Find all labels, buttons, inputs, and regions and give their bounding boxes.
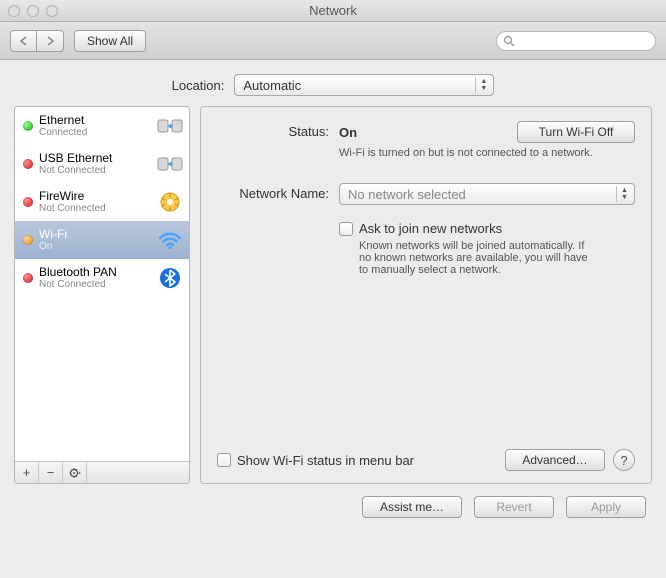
status-value: On [339,125,357,140]
service-bluetooth-pan[interactable]: Bluetooth PAN Not Connected [15,259,189,297]
show-status-label: Show Wi-Fi status in menu bar [237,453,414,468]
service-ethernet[interactable]: Ethernet Connected [15,107,189,145]
popup-arrows-icon: ▲▼ [616,186,632,202]
service-name: Wi-Fi [39,228,151,241]
forward-button[interactable] [37,31,63,51]
firewire-icon [157,189,183,215]
service-usb-ethernet[interactable]: USB Ethernet Not Connected [15,145,189,183]
toggle-wifi-button[interactable]: Turn Wi-Fi Off [517,121,635,143]
status-dot-icon [23,159,33,169]
service-sub: Connected [39,127,151,138]
bottom-buttons: Assist me… Revert Apply [0,496,666,532]
gear-icon [68,466,82,480]
show-status-checkbox[interactable]: Show Wi-Fi status in menu bar [217,453,414,468]
checkbox-icon [339,222,353,236]
status-dot-icon [23,121,33,131]
location-popup[interactable]: Automatic ▲▼ [234,74,494,96]
ask-join-label: Ask to join new networks [359,221,502,236]
search-icon [503,35,515,47]
status-sub: Wi-Fi is turned on but is not connected … [339,147,599,159]
toolbar: Show All [0,22,666,60]
help-button[interactable]: ? [613,449,635,471]
popup-arrows-icon: ▲▼ [475,77,491,93]
location-row: Location: Automatic ▲▼ [0,60,666,106]
detail-pane: Status: On Turn Wi-Fi Off Wi-Fi is turne… [200,106,652,484]
apply-button[interactable]: Apply [566,496,646,518]
titlebar: Network [0,0,666,22]
window-title: Network [0,3,666,18]
main: Ethernet Connected USB Ethernet Not Conn… [0,106,666,496]
service-list: Ethernet Connected USB Ethernet Not Conn… [15,107,189,461]
nav-back-forward [10,30,64,52]
ethernet-icon [157,151,183,177]
remove-service-button[interactable]: − [39,462,63,483]
ethernet-icon [157,113,183,139]
status-dot-icon [23,235,33,245]
service-name: FireWire [39,190,151,203]
search-input[interactable] [496,31,656,51]
show-all-button[interactable]: Show All [74,30,146,52]
service-sidebar: Ethernet Connected USB Ethernet Not Conn… [14,106,190,484]
network-name-popup[interactable]: No network selected ▲▼ [339,183,635,205]
status-label: Status: [217,121,339,139]
location-value: Automatic [243,78,301,93]
service-name: USB Ethernet [39,152,151,165]
ask-join-checkbox[interactable]: Ask to join new networks [339,221,635,236]
revert-button[interactable]: Revert [474,496,554,518]
ask-join-sub: Known networks will be joined automatica… [359,240,599,276]
service-sub: Not Connected [39,165,151,176]
service-sub: Not Connected [39,203,151,214]
service-name: Bluetooth PAN [39,266,151,279]
sidebar-footer: + − [15,461,189,483]
service-sub: Not Connected [39,279,151,290]
add-service-button[interactable]: + [15,462,39,483]
back-button[interactable] [11,31,37,51]
checkbox-icon [217,453,231,467]
advanced-button[interactable]: Advanced… [505,449,605,471]
service-firewire[interactable]: FireWire Not Connected [15,183,189,221]
service-name: Ethernet [39,114,151,127]
service-action-menu[interactable] [63,462,87,483]
wifi-icon [157,227,183,253]
status-dot-icon [23,197,33,207]
service-sub: On [39,241,151,252]
network-name-label: Network Name: [217,183,339,201]
bluetooth-icon [157,265,183,291]
assist-me-button[interactable]: Assist me… [362,496,462,518]
location-label: Location: [172,78,225,93]
service-wifi[interactable]: Wi-Fi On [15,221,189,259]
status-dot-icon [23,273,33,283]
network-name-value: No network selected [348,187,466,202]
